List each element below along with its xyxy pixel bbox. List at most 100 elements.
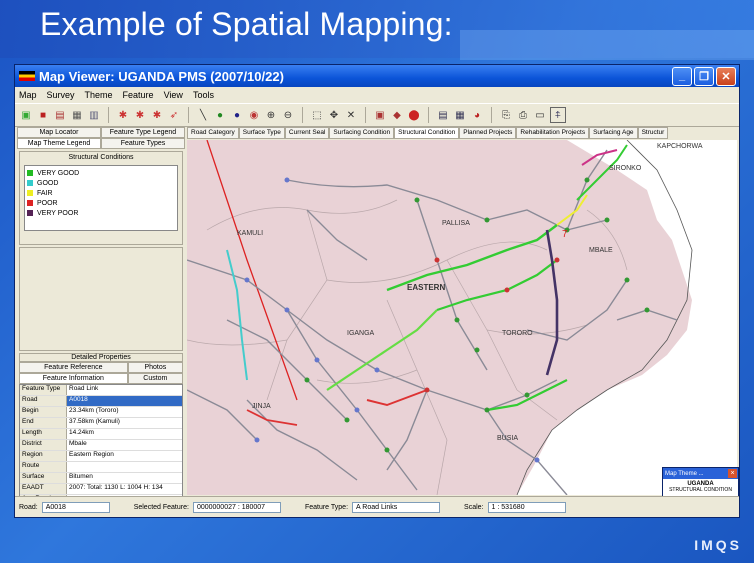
zoom-in-icon[interactable]: ⊕ [264,108,278,122]
property-key: Length [20,429,67,439]
select-remove-icon[interactable]: ✱ [150,108,164,122]
map-tab[interactable]: Road Category [187,127,239,139]
very-good-swatch [27,170,33,176]
zoom-out-icon[interactable]: ⊖ [281,108,295,122]
find-icon[interactable]: ⬤ [407,108,421,122]
map-canvas[interactable]: KAMULI PALLISA EASTERN IGANGA TORORO MBA… [187,140,737,495]
map-theme-tabs: Road Category Surface Type Current Seal Sur… [187,127,737,139]
map-tab[interactable]: Surfacing Age [589,127,638,139]
minimize-button[interactable]: _ [672,66,692,86]
menu-feature[interactable]: Feature [123,90,154,100]
property-row[interactable]: Route [20,462,182,473]
property-row[interactable]: EAADT 2007: Total: 1130 L: 1004 H: 134 [20,484,182,495]
map-tab[interactable]: Structur [637,127,669,139]
globe-icon[interactable]: ● [230,108,244,122]
menu-map[interactable]: Map [19,90,37,100]
tab-feature-types[interactable]: Feature Types [101,138,185,149]
status-selected-field[interactable]: 0000000027 : 180007 [192,501,281,513]
tab-feature-type-legend[interactable]: Feature Type Legend [101,127,185,138]
map-tab[interactable]: Planned Projects [459,127,517,139]
property-value: Road Link [69,385,99,392]
property-value: Bitumen [69,473,93,480]
identify-icon[interactable]: ◆ [390,108,404,122]
property-row[interactable]: Begin 23.34km (Tororo) [20,407,182,418]
status-road-field[interactable]: A0018 [41,501,110,513]
grid-icon[interactable]: ▦ [453,108,467,122]
property-key: District [20,440,67,450]
restore-button[interactable]: ❐ [694,66,714,86]
road-poor [246,409,298,426]
pointer-icon[interactable]: ➶ [167,108,181,122]
full-extent-icon[interactable]: ✕ [344,108,358,122]
map-label-mbale: MBALE [589,247,613,254]
zoom-box-icon[interactable]: ⬚ [310,108,324,122]
map-label-pallisa: PALLISA [442,220,470,227]
select-add-icon[interactable]: ✱ [133,108,147,122]
map-tab[interactable]: Surface Type [238,127,285,139]
menu-theme[interactable]: Theme [85,90,113,100]
tab-photos[interactable]: Photos [127,362,183,373]
point-icon[interactable]: ● [213,108,227,122]
property-key: Geo Cond [20,517,67,518]
map-tab[interactable]: Surfacing Condition [329,127,395,139]
toolbar-separator [302,107,303,123]
legend-item: GOOD [27,178,175,188]
property-value [67,462,182,472]
very-poor-swatch [27,210,33,216]
copy-icon[interactable]: ⎘ [499,108,513,122]
printer-icon[interactable]: ⎙ [516,108,530,122]
property-value: 2007: Total: 1130 L: 1004 H: 134 [69,484,163,491]
map-tab[interactable]: Rehabilitation Projects [516,127,590,139]
property-row[interactable]: Length 14.24km [20,429,182,440]
property-key: End [20,418,67,428]
save-icon[interactable]: ■ [36,108,50,122]
status-feature-type-label: Feature Type: [304,503,349,511]
preview-icon[interactable]: ▭ [533,108,547,122]
good-swatch [27,180,33,186]
measure-icon[interactable]: ▣ [373,108,387,122]
status-feature-type-field[interactable]: A Road Links [352,501,441,513]
map-tab[interactable]: Structural Condition [394,127,460,139]
target-icon[interactable]: ◉ [247,108,261,122]
menu-view[interactable]: View [164,90,183,100]
status-scale-field[interactable]: 1 : 531680 [487,501,566,513]
road-good [226,249,248,381]
map-tab[interactable]: Current Seal [284,127,330,139]
report-icon[interactable]: ▤ [436,108,450,122]
print-icon[interactable]: ▣ [19,108,33,122]
property-row[interactable]: Surface Bitumen [20,473,182,484]
property-key: Route [20,462,67,472]
popup-close-button[interactable]: × [728,469,737,478]
table-icon[interactable]: ▦ [70,108,84,122]
map-theme-popup-title: Map Theme ... [665,470,704,477]
chart-icon[interactable]: ◕ [470,108,484,122]
menu-survey[interactable]: Survey [47,90,75,100]
property-row[interactable]: Geo Cond2007: Surf: fair Struc: poor [20,517,182,518]
help-icon[interactable]: ⍏ [550,107,566,123]
line-icon[interactable]: ╲ [196,108,210,122]
map-label-busia: BUSIA [497,435,518,442]
tab-map-theme-legend[interactable]: Map Theme Legend [17,138,101,149]
menu-tools[interactable]: Tools [193,90,214,100]
legend-title: Structural Conditions [68,154,134,161]
property-row[interactable]: End 37.58km (Kamuli) [20,418,182,429]
tab-feature-reference[interactable]: Feature Reference [19,362,128,373]
uganda-road-map[interactable]: KAMULI PALLISA EASTERN IGANGA TORORO MBA… [187,140,737,495]
tab-custom[interactable]: Custom [127,373,183,384]
property-key: Road [20,396,67,406]
select-arrow-icon[interactable]: ✱ [116,108,130,122]
tab-map-locator[interactable]: Map Locator [17,127,101,138]
property-row[interactable]: Region Eastern Region [20,451,182,462]
tab-feature-information[interactable]: Feature Information [19,373,128,384]
close-button[interactable]: ✕ [716,66,736,86]
map-label-eastern: EASTERN [407,283,445,292]
pan-icon[interactable]: ✥ [327,108,341,122]
property-row[interactable]: District Mbale [20,440,182,451]
layers-icon[interactable]: ▥ [87,108,101,122]
map-label-sironko: SIRONKO [609,165,642,172]
property-row[interactable]: Feature Type Road Link [20,385,182,396]
property-value: Mbale [69,440,87,447]
title-bar: Map Viewer: UGANDA PMS (2007/10/22) _ ❐ … [15,65,739,87]
export-icon[interactable]: ▤ [53,108,67,122]
property-row[interactable]: Road A0018 [20,396,182,407]
